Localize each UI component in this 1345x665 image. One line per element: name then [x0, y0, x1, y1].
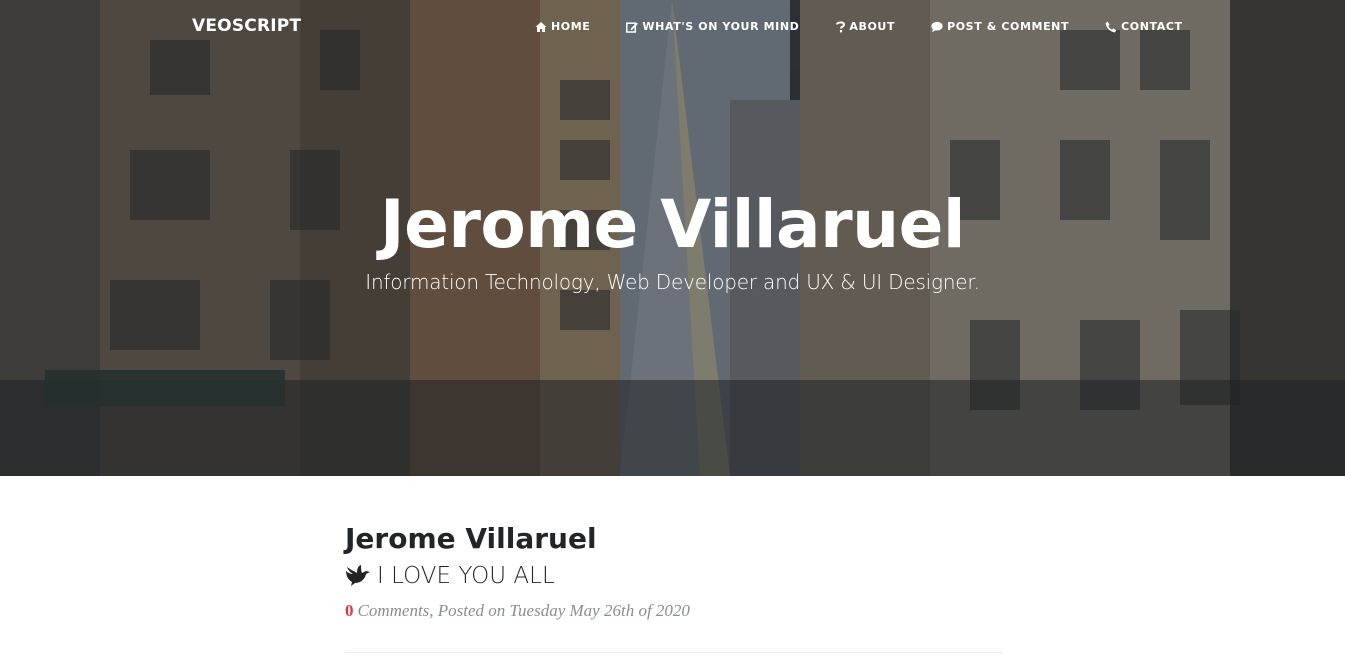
- nav-label: WHAT'S ON YOUR MIND: [642, 20, 800, 33]
- brand-logo[interactable]: VEOSCRIPT: [192, 16, 301, 36]
- comment-icon: [931, 21, 943, 33]
- post-meta-text: Comments, Posted on Tuesday May 26th of …: [357, 601, 690, 620]
- post-preview: Jerome Villaruel I LOVE YOU ALL 0 Comment…: [345, 520, 1003, 621]
- post-divider: [345, 652, 1003, 653]
- nav-item-home[interactable]: HOME: [535, 20, 590, 33]
- nav-menu: HOME WHAT'S ON YOUR MIND ABOUT POST & CO…: [535, 20, 1183, 33]
- nav-label: POST & COMMENT: [947, 20, 1070, 33]
- post-meta: 0 Comments, Posted on Tuesday May 26th of…: [345, 601, 1003, 621]
- edit-icon: [626, 21, 639, 33]
- hero-header: VEOSCRIPT HOME WHAT'S ON YOUR MIND ABOUT: [0, 0, 1345, 476]
- main-navbar: VEOSCRIPT HOME WHAT'S ON YOUR MIND ABOUT: [0, 0, 1345, 56]
- nav-item-contact[interactable]: CONTACT: [1105, 20, 1183, 33]
- hero-title: Jerome Villaruel: [380, 186, 965, 263]
- nav-label: CONTACT: [1121, 20, 1183, 33]
- nav-item-post-comment[interactable]: POST & COMMENT: [931, 20, 1069, 33]
- phone-icon: [1105, 21, 1117, 33]
- question-icon: [836, 20, 846, 33]
- comment-count[interactable]: 0: [345, 601, 354, 620]
- nav-item-whats-on-your-mind[interactable]: WHAT'S ON YOUR MIND: [626, 20, 799, 33]
- post-subtitle-row: I LOVE YOU ALL: [345, 560, 1003, 592]
- post-subtitle: I LOVE YOU ALL: [377, 563, 555, 589]
- nav-item-about[interactable]: ABOUT: [836, 20, 895, 33]
- dove-icon: [346, 565, 370, 586]
- nav-label: HOME: [551, 20, 591, 33]
- home-icon: [535, 21, 547, 33]
- hero-subtitle: Information Technology, Web Developer an…: [365, 270, 980, 294]
- nav-label: ABOUT: [849, 20, 896, 33]
- post-title[interactable]: Jerome Villaruel: [345, 520, 1003, 558]
